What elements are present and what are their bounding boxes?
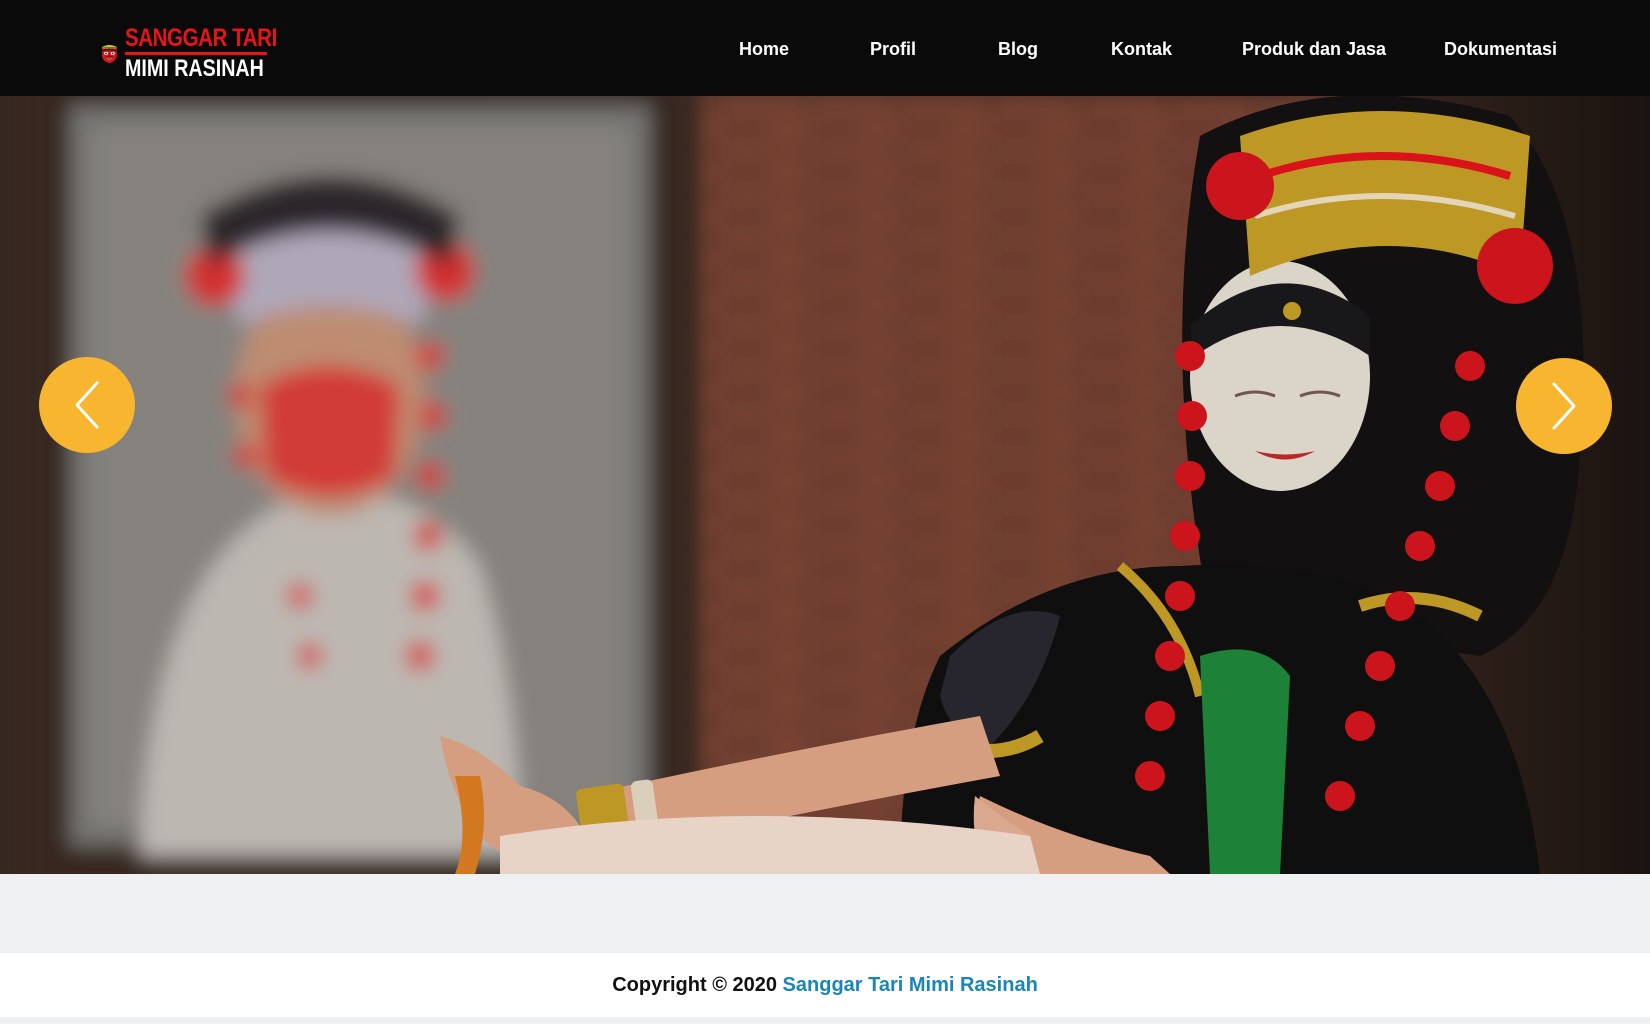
nav-item-produk-dan-jasa[interactable]: Produk dan Jasa [1242, 38, 1386, 60]
nav-item-dokumentasi[interactable]: Dokumentasi [1444, 38, 1557, 60]
site-logo[interactable]: SANGGAR TARI MIMI RASINAH [100, 20, 310, 86]
logo-title-line2: MIMI RASINAH [124, 55, 264, 82]
content-spacer [0, 874, 1650, 953]
chevron-right-icon [1552, 382, 1576, 430]
copyright-prefix: Copyright © 2020 [612, 973, 777, 996]
site-footer: Copyright © 2020 Sanggar Tari Mimi Rasin… [0, 953, 1650, 1017]
hero-carousel [0, 96, 1650, 874]
hero-slide-image [0, 96, 1650, 874]
carousel-prev-button[interactable] [39, 357, 135, 453]
mask-logo-icon [102, 44, 117, 64]
nav-item-blog[interactable]: Blog [998, 38, 1038, 60]
nav-item-profil[interactable]: Profil [870, 38, 916, 60]
site-header: SANGGAR TARI MIMI RASINAH Home Profil Bl… [0, 0, 1650, 96]
logo-title-line1: SANGGAR TARI [124, 24, 277, 52]
copyright-text: Copyright © 2020 Sanggar Tari Mimi Rasin… [612, 974, 1038, 997]
nav-item-kontak[interactable]: Kontak [1111, 38, 1172, 60]
chevron-left-icon [75, 381, 99, 429]
carousel-next-button[interactable] [1516, 358, 1612, 454]
footer-site-link[interactable]: Sanggar Tari Mimi Rasinah [783, 974, 1038, 996]
nav-item-home[interactable]: Home [739, 38, 789, 60]
